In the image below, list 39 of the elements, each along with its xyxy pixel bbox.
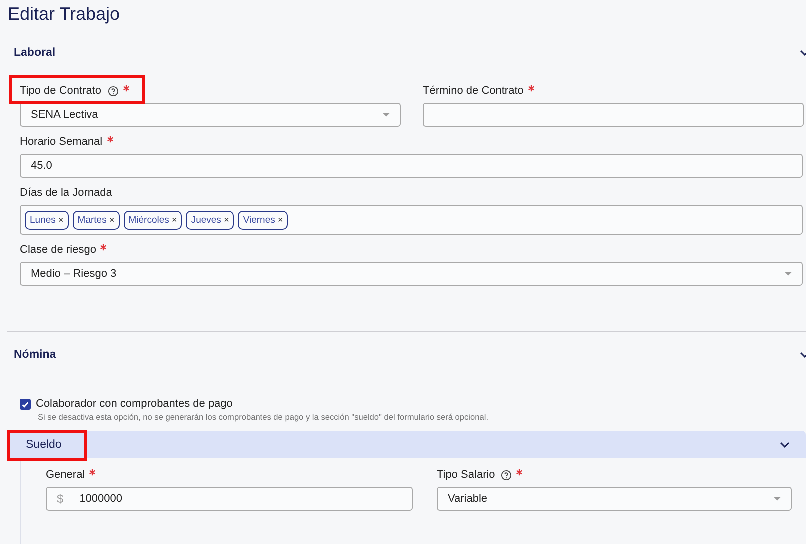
help-icon[interactable] <box>501 470 512 480</box>
day-tag[interactable]: Miércoles × <box>124 210 182 230</box>
field-label: Clase de riesgo <box>20 244 96 256</box>
day-tag[interactable]: Lunes × <box>25 210 69 230</box>
day-tag[interactable]: Martes × <box>72 210 120 230</box>
days-tag-field[interactable]: Lunes × Martes × Miércoles × Jueves × Viernes × <box>20 205 803 235</box>
checkbox-label: Colaborador con comprobantes de pago <box>36 398 233 410</box>
field-label: Término de Contrato <box>423 85 524 97</box>
section-title: Laboral <box>14 47 56 59</box>
contract-type-select[interactable]: SENA Lectiva <box>20 103 401 127</box>
dropdown-caret-icon <box>785 272 792 276</box>
salary-type-select[interactable]: Variable <box>437 487 792 511</box>
contract-end-field[interactable] <box>423 103 804 127</box>
remove-tag-icon[interactable]: × <box>109 214 115 224</box>
day-tag[interactable]: Jueves × <box>186 210 234 230</box>
weekly-hours-field[interactable]: 45.0 <box>20 154 803 178</box>
helper-text: Si se desactiva esta opción, no se generarán los comprobantes de pago y la sección "sueldo" del formulario será opcional. <box>38 412 490 422</box>
help-icon[interactable] <box>108 86 119 96</box>
risk-class-select[interactable]: Medio – Riesgo 3 <box>20 262 803 286</box>
remove-tag-icon[interactable]: × <box>172 214 178 224</box>
salary-field[interactable]: $ 1000000 <box>46 487 413 511</box>
chevron-down-icon[interactable] <box>780 442 790 448</box>
checkbox[interactable] <box>20 398 31 410</box>
field-label: Días de la Jornada <box>20 187 112 199</box>
field-label: General <box>46 469 86 481</box>
remove-tag-icon[interactable]: × <box>224 214 230 224</box>
field-label: Tipo Salario <box>437 469 496 481</box>
remove-tag-icon[interactable]: × <box>58 214 64 224</box>
section-title: Nómina <box>14 349 56 361</box>
page-title: Editar Trabajo <box>7 3 122 26</box>
field-label: Horario Semanal <box>20 136 103 148</box>
remove-tag-icon[interactable]: × <box>278 214 284 224</box>
panel-title: Sueldo <box>26 438 62 450</box>
dropdown-caret-icon <box>383 113 390 117</box>
panel-header[interactable]: Sueldo <box>7 431 806 458</box>
day-tag[interactable]: Viernes × <box>238 210 288 230</box>
field-label: Tipo de Contrato <box>20 85 102 97</box>
currency-prefix: $ <box>57 492 64 506</box>
dropdown-caret-icon <box>774 497 781 501</box>
